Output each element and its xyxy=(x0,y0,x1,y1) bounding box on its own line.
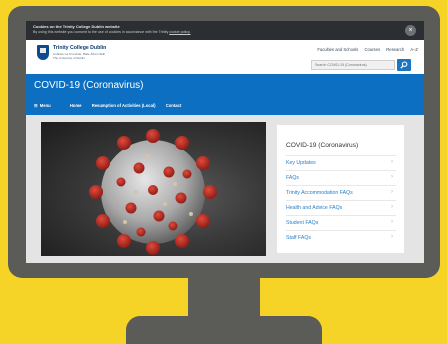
cookie-banner: Cookies on the Trinity College Dublin we… xyxy=(26,21,424,40)
coronavirus-image xyxy=(41,122,266,256)
sidebar-item-trinity-accommodation-faqs[interactable]: Trinity Accommodation FAQs › xyxy=(286,185,396,201)
top-link-faculties[interactable]: Faculties and Schools xyxy=(317,47,358,52)
site-header: Trinity College Dublin Coláiste na Tríon… xyxy=(26,40,424,74)
nav-home[interactable]: Home xyxy=(70,103,82,108)
nav-contact[interactable]: Contact xyxy=(166,103,182,108)
nav-menu-label: Menu xyxy=(39,103,51,108)
sidebar-item-student-faqs[interactable]: Student FAQs › xyxy=(286,215,396,231)
main-nav: ☰ Menu Home Resumption of Activities (Loc… xyxy=(34,103,190,108)
college-crest-logo[interactable] xyxy=(37,45,49,60)
chevron-right-icon: › xyxy=(391,189,393,195)
college-name[interactable]: Trinity College Dublin xyxy=(53,45,106,51)
search-icon xyxy=(400,61,408,69)
top-link-courses[interactable]: Courses xyxy=(364,47,380,52)
chevron-right-icon: › xyxy=(391,174,393,180)
cookie-policy-link[interactable]: cookie policy. xyxy=(169,30,190,34)
sidebar-item-label: Health and Advice FAQs xyxy=(286,205,343,211)
cookie-banner-message: By using this website you consent to the… xyxy=(33,30,191,34)
coronavirus-illustration xyxy=(89,129,217,255)
sidebar-item-label: Trinity Accommodation FAQs xyxy=(286,190,353,196)
chevron-right-icon: › xyxy=(391,234,393,240)
page-title: COVID-19 (Coronavirus) xyxy=(34,80,144,91)
sidebar-menu: COVID-19 (Coronavirus) Key Updates › FAQ… xyxy=(277,125,404,253)
sidebar-item-label: FAQs xyxy=(286,175,299,181)
cookie-banner-text: By using this website you consent to the… xyxy=(33,30,170,34)
monitor-screen: Cookies on the Trinity College Dublin we… xyxy=(26,21,424,263)
nav-resumption-of-activities[interactable]: Resumption of Activities (Local) xyxy=(92,103,156,108)
top-link-research[interactable]: Research xyxy=(386,47,404,52)
sidebar-item-label: Staff FAQs xyxy=(286,235,311,241)
close-icon[interactable]: × xyxy=(405,25,416,36)
top-link-a-z[interactable]: A–Z xyxy=(410,47,418,52)
top-links: Faculties and Schools Courses Research A… xyxy=(312,47,418,52)
chevron-right-icon: › xyxy=(391,204,393,210)
page-banner: COVID-19 (Coronavirus) ☰ Menu Home Resump… xyxy=(26,74,424,115)
sidebar-item-key-updates[interactable]: Key Updates › xyxy=(286,155,396,171)
chevron-right-icon: › xyxy=(391,219,393,225)
nav-menu[interactable]: ☰ Menu xyxy=(34,103,60,108)
sidebar-item-label: Key Updates xyxy=(286,160,316,166)
sidebar-item-health-and-advice-faqs[interactable]: Health and Advice FAQs › xyxy=(286,200,396,216)
chevron-right-icon: › xyxy=(391,159,393,165)
monitor-stand-neck xyxy=(188,277,260,321)
sidebar-title: COVID-19 (Coronavirus) xyxy=(286,142,359,149)
menu-icon: ☰ xyxy=(34,103,38,108)
sidebar-item-label: Student FAQs xyxy=(286,220,319,226)
content-area: COVID-19 (Coronavirus) Key Updates › FAQ… xyxy=(26,115,424,263)
college-subtitle-university: The University of Dublin xyxy=(53,56,85,60)
monitor-stand-base xyxy=(126,316,322,344)
sidebar-item-faqs[interactable]: FAQs › xyxy=(286,170,396,186)
cookie-banner-title: Cookies on the Trinity College Dublin we… xyxy=(33,24,120,29)
search-button[interactable] xyxy=(397,59,411,71)
search-input[interactable]: Search COVID-19 (Coronavirus) xyxy=(311,60,395,70)
sidebar-item-staff-faqs[interactable]: Staff FAQs › xyxy=(286,230,396,246)
